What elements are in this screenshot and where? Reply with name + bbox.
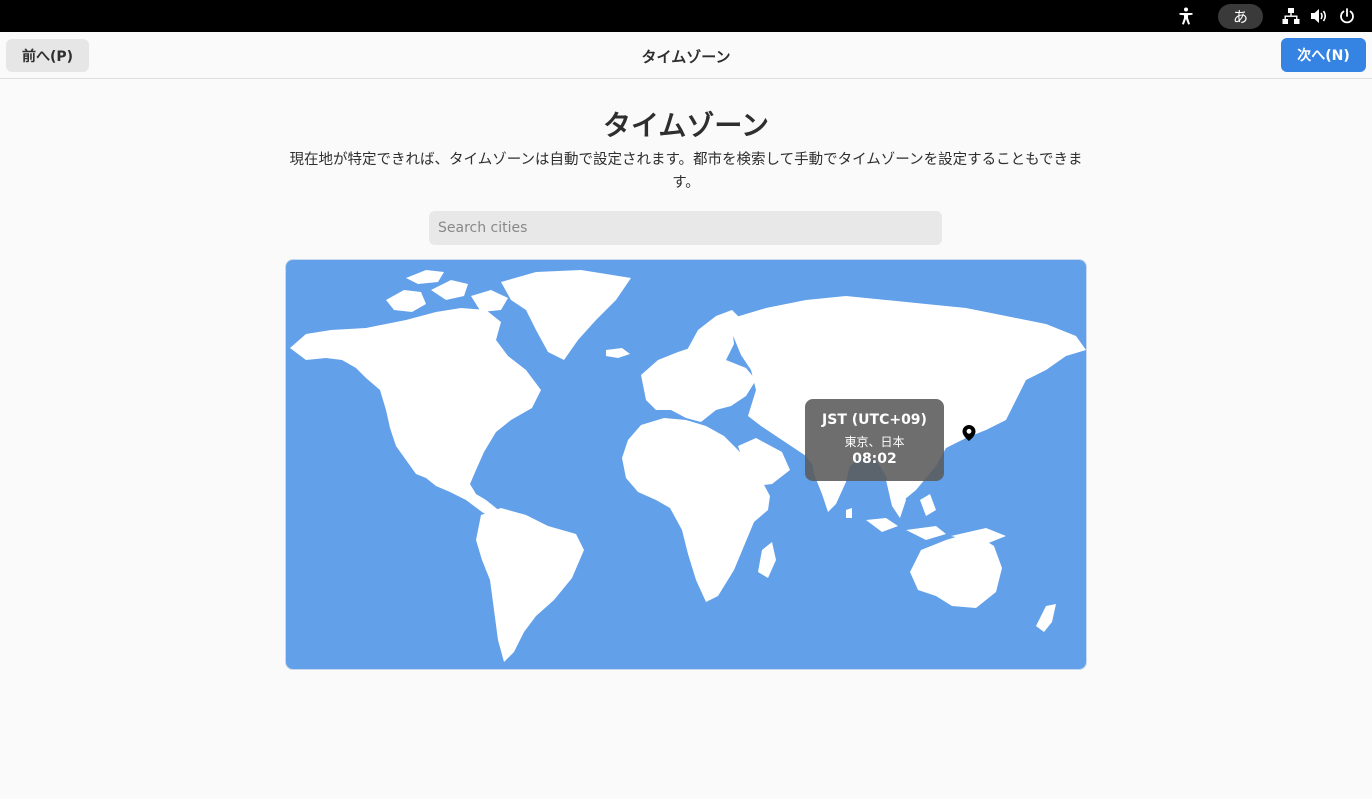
page-title: タイムゾーン [602,109,770,142]
next-button[interactable]: 次へ(N) [1281,38,1366,72]
search-cities-input[interactable] [429,211,942,245]
header-bar: 前へ(P) タイムゾーン 次へ(N) [0,32,1372,79]
page-description: 現在地が特定できれば、タイムゾーンは自動で設定されます。都市を検索して手動でタイ… [289,152,1083,191]
accessibility-icon[interactable] [1176,6,1196,26]
power-icon[interactable] [1337,6,1357,26]
timezone-abbreviation: JST (UTC+09) [822,412,927,428]
timezone-tooltip: JST (UTC+09) 東京、日本 08:02 [805,399,944,481]
volume-icon[interactable] [1309,6,1329,26]
location-pin-icon[interactable] [961,424,977,442]
network-wired-icon[interactable] [1281,6,1301,26]
world-map-land [290,270,1086,662]
system-top-bar: あ [0,0,1372,32]
timezone-current-time: 08:02 [852,451,897,467]
world-map[interactable]: JST (UTC+09) 東京、日本 08:02 [285,259,1087,670]
timezone-city: 東京、日本 [844,435,905,449]
header-title: タイムゾーン [641,48,731,66]
input-method-indicator[interactable]: あ [1218,4,1263,29]
